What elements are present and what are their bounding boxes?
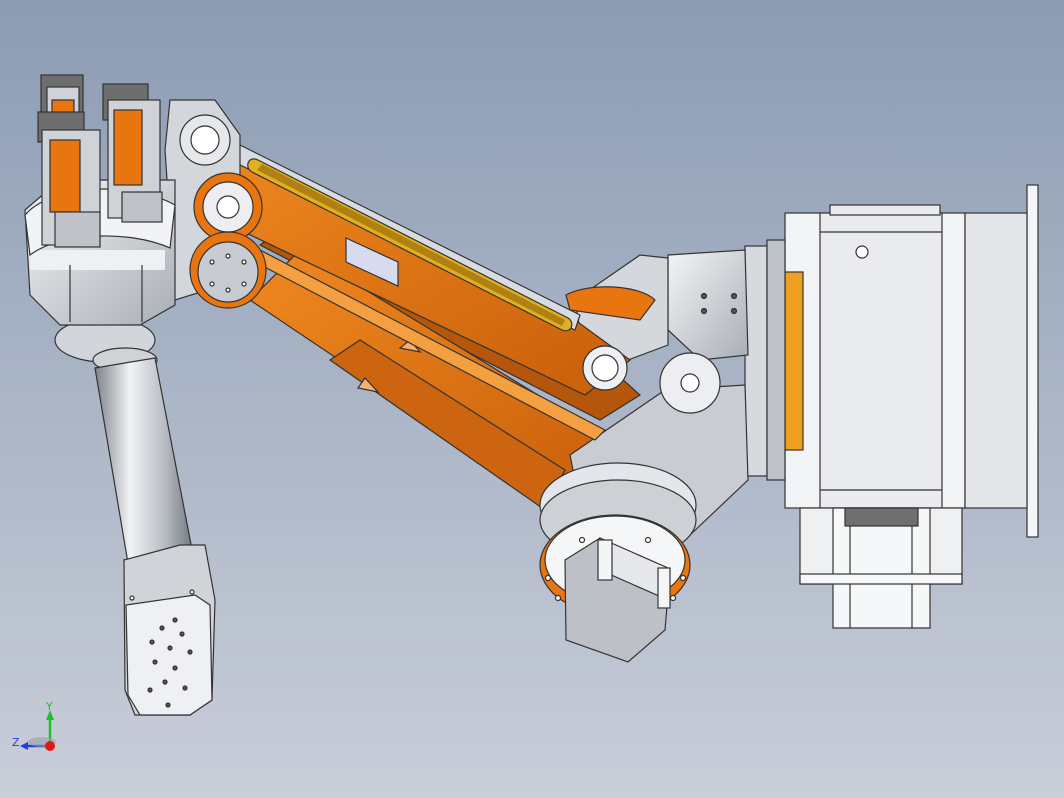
y-axis-label: Y — [45, 700, 53, 713]
cad-viewport[interactable]: Y Z — [0, 0, 1064, 798]
x-axis-origin — [45, 741, 55, 751]
end-effector[interactable] — [123, 544, 216, 716]
z-axis-label: Z — [12, 736, 20, 749]
robot-arm-model[interactable]: Y Z — [0, 0, 1064, 798]
servo-motor-left-front[interactable] — [37, 111, 101, 248]
servo-motor-right[interactable] — [102, 83, 163, 223]
